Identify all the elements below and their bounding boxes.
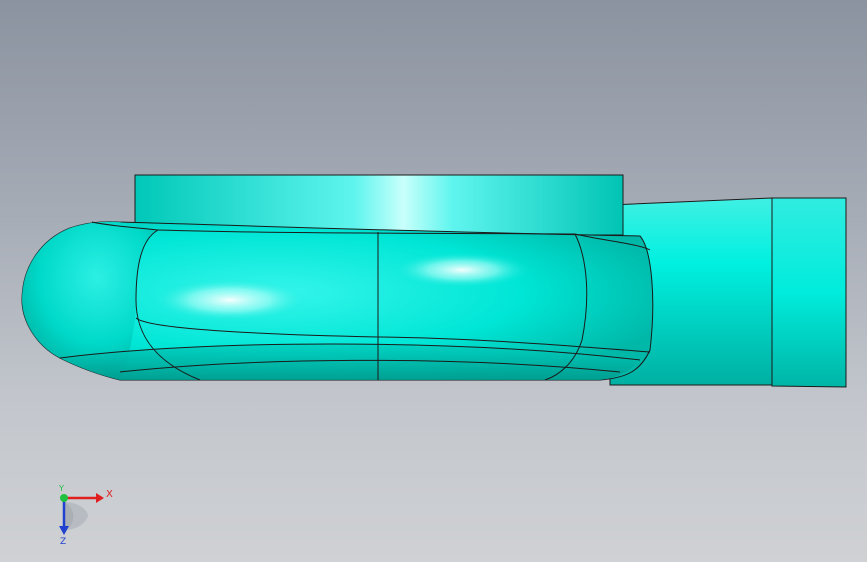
shaft-end	[771, 197, 847, 388]
z-axis-arrow-icon	[59, 526, 69, 535]
x-axis-arrow-icon	[96, 493, 104, 503]
graphics-viewport[interactable]: X Y Z	[0, 0, 867, 562]
highlight-right	[392, 252, 532, 288]
highlight-left	[150, 278, 310, 322]
y-axis-label: Y	[58, 484, 64, 493]
3d-model[interactable]	[0, 0, 867, 562]
z-axis-label: Z	[60, 537, 66, 546]
x-axis-label: X	[106, 489, 113, 500]
y-axis-dot-icon	[60, 494, 68, 502]
coordinate-triad: X Y Z	[58, 484, 113, 546]
